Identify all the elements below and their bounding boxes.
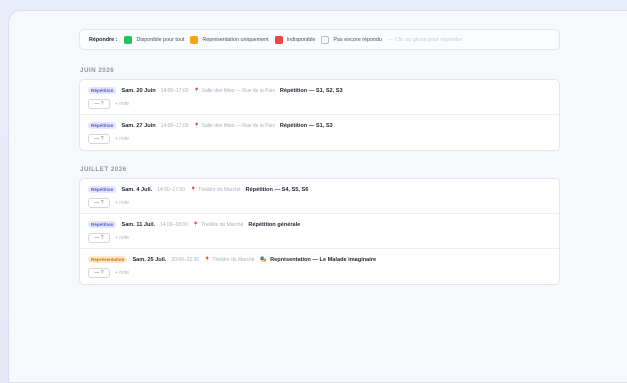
location-pin-icon: 📍 — [193, 122, 200, 129]
add-note-link[interactable]: + note — [115, 136, 129, 142]
add-note-link[interactable]: + note — [115, 101, 129, 107]
month-heading: JUIN 2026 — [80, 67, 115, 74]
event-time: 14:00–17:00 — [157, 186, 186, 193]
availability-button[interactable]: — ? — [88, 198, 110, 208]
event-type-badge: Répétition — [88, 186, 117, 193]
response-legend: Répondre : Disponible pour tout Représen… — [79, 29, 560, 50]
event-type-badge: Répétition — [88, 87, 117, 94]
event-title: Représentation — Le Malade imaginaire — [270, 256, 377, 263]
event-title: Répétition — S1, S2, S3 — [279, 87, 343, 94]
location-pin-icon: 📍 — [193, 87, 200, 94]
event-row: Répétition Sam. 27 Juin 14:00–17:00 📍 Sa… — [80, 115, 559, 150]
theater-masks-icon: 🎭 — [259, 257, 268, 263]
event-type-badge: Répétition — [88, 221, 117, 228]
red-swatch-icon — [274, 35, 283, 44]
availability-button[interactable]: — ? — [88, 99, 110, 109]
month-events-card: Répétition Sam. 20 Juin 14:00–17:00 📍 Sa… — [79, 79, 560, 151]
legend-item-performance-only[interactable]: Représentation uniquement — [190, 35, 269, 44]
event-place: Théâtre du Marché — [198, 186, 241, 193]
yellow-swatch-icon — [190, 35, 199, 44]
location-pin-icon: 📍 — [190, 186, 197, 193]
event-time: 14:00–17:00 — [160, 87, 189, 94]
availability-button[interactable]: — ? — [88, 134, 110, 144]
legend-item-no-answer[interactable]: Pas encore répondu — [321, 35, 382, 44]
event-date: Sam. 4 Juil. — [121, 186, 153, 193]
add-note-link[interactable]: + note — [115, 270, 129, 276]
legend-item-available[interactable]: Disponible pour tout — [124, 35, 185, 44]
add-note-link[interactable]: + note — [115, 235, 129, 241]
event-row: Répétition Sam. 11 Juil. 14:00–18:00 📍 T… — [80, 214, 559, 249]
add-note-link[interactable]: + note — [115, 200, 129, 206]
event-place: Théâtre du Marché — [212, 256, 255, 263]
event-row: Répétition Sam. 20 Juin 14:00–17:00 📍 Sa… — [80, 80, 559, 115]
event-date: Sam. 27 Juin — [121, 122, 156, 129]
event-title: Répétition — S1, S3 — [279, 122, 333, 129]
event-place: Salle des fêtes — Rue de la Paix — [201, 87, 275, 94]
legend-label: Répondre : — [89, 36, 118, 43]
event-row: Répétition Sam. 4 Juil. 14:00–17:00 📍 Th… — [80, 179, 559, 214]
location-pin-icon: 📍 — [204, 256, 211, 263]
event-date: Sam. 20 Juin — [121, 87, 156, 94]
event-time: 14:00–18:00 — [160, 221, 188, 228]
event-date: Sam. 11 Juil. — [121, 221, 156, 228]
legend-item-unavailable[interactable]: Indisponible — [274, 35, 316, 44]
legend-hint: — Clic ou glisse pour répondre — [387, 36, 462, 43]
location-pin-icon: 📍 — [192, 221, 200, 228]
event-row: Représentation Sam. 25 Juil. 20:00–22:30… — [80, 249, 559, 284]
legend-item-label: Représentation uniquement — [202, 36, 269, 43]
event-place: Salle des fêtes — Rue de la Paix — [201, 122, 275, 129]
month-heading: JUILLET 2026 — [80, 166, 127, 173]
legend-item-label: Indisponible — [286, 36, 316, 43]
empty-swatch-icon — [321, 35, 330, 44]
legend-item-label: Disponible pour tout — [136, 36, 185, 43]
event-type-badge: Répétition — [88, 122, 117, 129]
event-time: 14:00–17:00 — [160, 122, 189, 129]
availability-button[interactable]: — ? — [88, 268, 110, 278]
green-swatch-icon — [124, 35, 133, 44]
event-time: 20:00–22:30 — [171, 256, 200, 263]
legend-item-label: Pas encore répondu — [333, 36, 382, 43]
event-title: Répétition — S4, S5, S6 — [245, 186, 309, 193]
event-title: Répétition générale — [248, 221, 301, 228]
availability-button[interactable]: — ? — [88, 233, 110, 243]
event-type-badge: Représentation — [88, 256, 128, 263]
event-date: Sam. 25 Juil. — [132, 256, 167, 263]
event-place: Théâtre du Marché — [201, 221, 244, 228]
month-events-card: Répétition Sam. 4 Juil. 14:00–17:00 📍 Th… — [79, 178, 560, 285]
